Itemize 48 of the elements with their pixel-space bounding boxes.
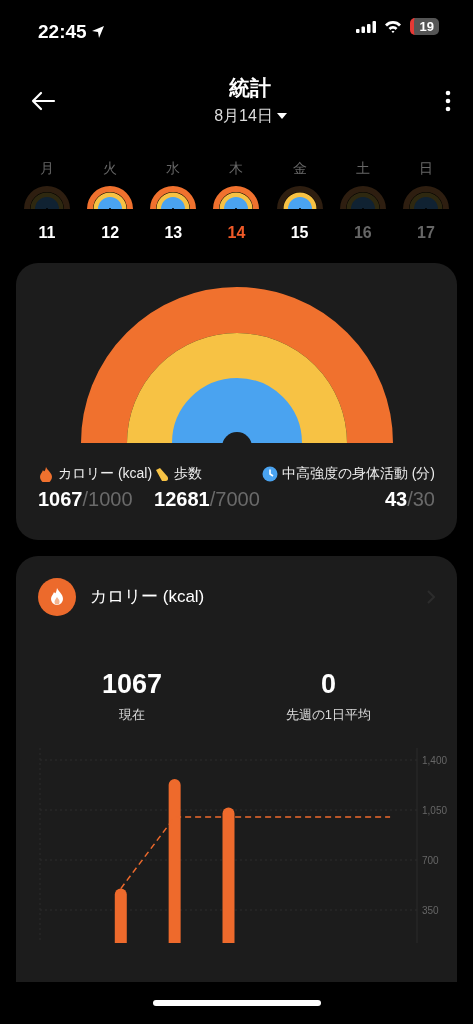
weekday-label: 土: [355, 159, 370, 178]
activity-rings-icon: [339, 185, 386, 209]
battery-indicator: 19: [409, 18, 439, 35]
metric-label: カロリー (kcal): [58, 464, 153, 483]
date-button[interactable]: 14: [227, 221, 246, 245]
stat-label: 現在: [118, 705, 145, 724]
page-title: 統計: [229, 75, 272, 102]
activity-rings-icon: [150, 185, 197, 209]
axis-tick-label: 1,050: [422, 805, 448, 816]
activity-rings-icon: [276, 185, 323, 209]
activity-rings-icon: [402, 185, 449, 209]
flame-icon: [38, 578, 76, 616]
metric-value: 12681/7000: [154, 487, 260, 512]
status-time: 22:45: [38, 20, 87, 44]
activity-rings-icon: [24, 185, 70, 209]
clock-icon: [261, 465, 278, 482]
flame-icon: [38, 465, 54, 482]
signal-icon: [355, 20, 376, 33]
stat-value: 1067: [101, 668, 162, 701]
location-arrow-icon: [90, 25, 105, 40]
weekday-label: 金: [292, 159, 307, 178]
metric-value: 1067/1000: [38, 487, 134, 512]
activity-rings-icon: [213, 185, 260, 209]
stat-value: 0: [320, 668, 336, 701]
axis-tick-label: 350: [422, 905, 439, 916]
weekday-label: 月: [40, 159, 54, 178]
stat-label: 先週の1日平均: [285, 705, 372, 724]
bar: [114, 888, 127, 943]
date-picker[interactable]: 8月14日: [214, 103, 273, 128]
shoe-icon: [154, 465, 171, 482]
date-button[interactable]: 15: [290, 221, 309, 245]
weekday-label: 木: [229, 159, 244, 178]
more-menu-button[interactable]: [445, 88, 451, 112]
date-button[interactable]: 13: [164, 221, 183, 245]
weekday-label: 火: [103, 159, 118, 178]
metric-label: 歩数: [174, 464, 203, 483]
date-button[interactable]: 12: [101, 221, 120, 245]
wifi-icon: [383, 20, 402, 33]
metric-value: 43/30: [384, 487, 435, 512]
metric-label: 中高強度の身体活動 (分): [281, 464, 435, 483]
card-title: カロリー (kcal): [90, 586, 206, 609]
axis-tick-label: 700: [422, 855, 439, 866]
weekday-label: 日: [418, 159, 433, 178]
caret-icon: [276, 112, 287, 119]
axis-tick-label: 1,400: [422, 755, 448, 766]
weekday-label: 水: [166, 159, 181, 178]
date-button[interactable]: 11: [38, 221, 56, 245]
activity-rings-icon: [87, 185, 134, 209]
